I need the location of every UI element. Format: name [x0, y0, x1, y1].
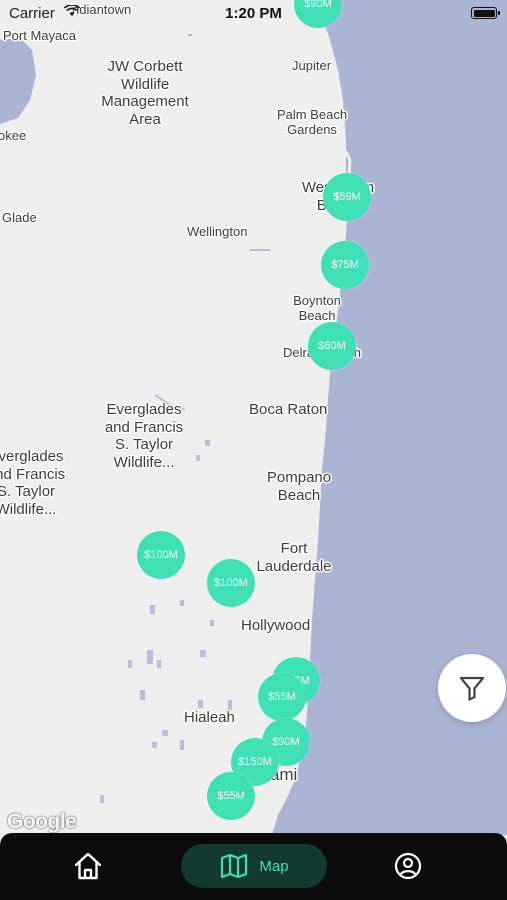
place-label: Wellington	[187, 224, 248, 239]
tab-home[interactable]	[66, 844, 110, 888]
place-label: Jupiter	[292, 58, 332, 73]
tab-map[interactable]: Map	[181, 844, 327, 888]
place-label: Fort Lauderdale	[256, 540, 332, 575]
tab-map-label: Map	[259, 857, 289, 875]
place-label: Everglades and Francis S. Taylor Wildlif…	[0, 448, 66, 519]
price-pin[interactable]: $100M	[137, 531, 185, 579]
place-label: Glade	[2, 210, 37, 225]
home-icon	[74, 852, 102, 880]
tab-bar: Map	[0, 833, 507, 900]
price-pin[interactable]: $55M	[207, 772, 255, 820]
place-label: Palm Beach Gardens	[276, 107, 348, 138]
price-pin[interactable]: $55M	[258, 673, 306, 721]
map-icon	[221, 853, 248, 879]
place-label: Hialeah	[184, 709, 235, 726]
tab-profile[interactable]	[386, 844, 430, 888]
status-time: 1:20 PM	[225, 5, 282, 22]
price-pin[interactable]: $59M	[323, 173, 371, 221]
filter-button[interactable]	[438, 654, 506, 722]
price-pin[interactable]: $75M	[321, 241, 369, 289]
profile-icon	[394, 852, 422, 880]
filter-icon	[459, 676, 485, 701]
price-pin[interactable]: $60M	[308, 322, 356, 370]
place-label: Everglades and Francis S. Taylor Wildlif…	[104, 401, 184, 472]
place-label: okee	[0, 128, 27, 143]
place-label: JW Corbett Wildlife Management Area	[101, 58, 189, 129]
place-label: Boca Raton	[249, 401, 328, 418]
app-screen: Carrier 1:20 PM ndiantown Port Mayaca JW…	[0, 0, 507, 900]
place-label: Port Mayaca	[3, 28, 76, 43]
place-label: Boynton Beach	[293, 293, 341, 324]
status-bar: Carrier 1:20 PM	[0, 0, 507, 28]
price-pin[interactable]: $100M	[207, 559, 255, 607]
place-label: Pompano Beach	[266, 469, 332, 504]
battery-icon	[471, 7, 500, 19]
place-label: Hollywood	[241, 617, 311, 634]
google-attribution: Google	[7, 810, 77, 833]
